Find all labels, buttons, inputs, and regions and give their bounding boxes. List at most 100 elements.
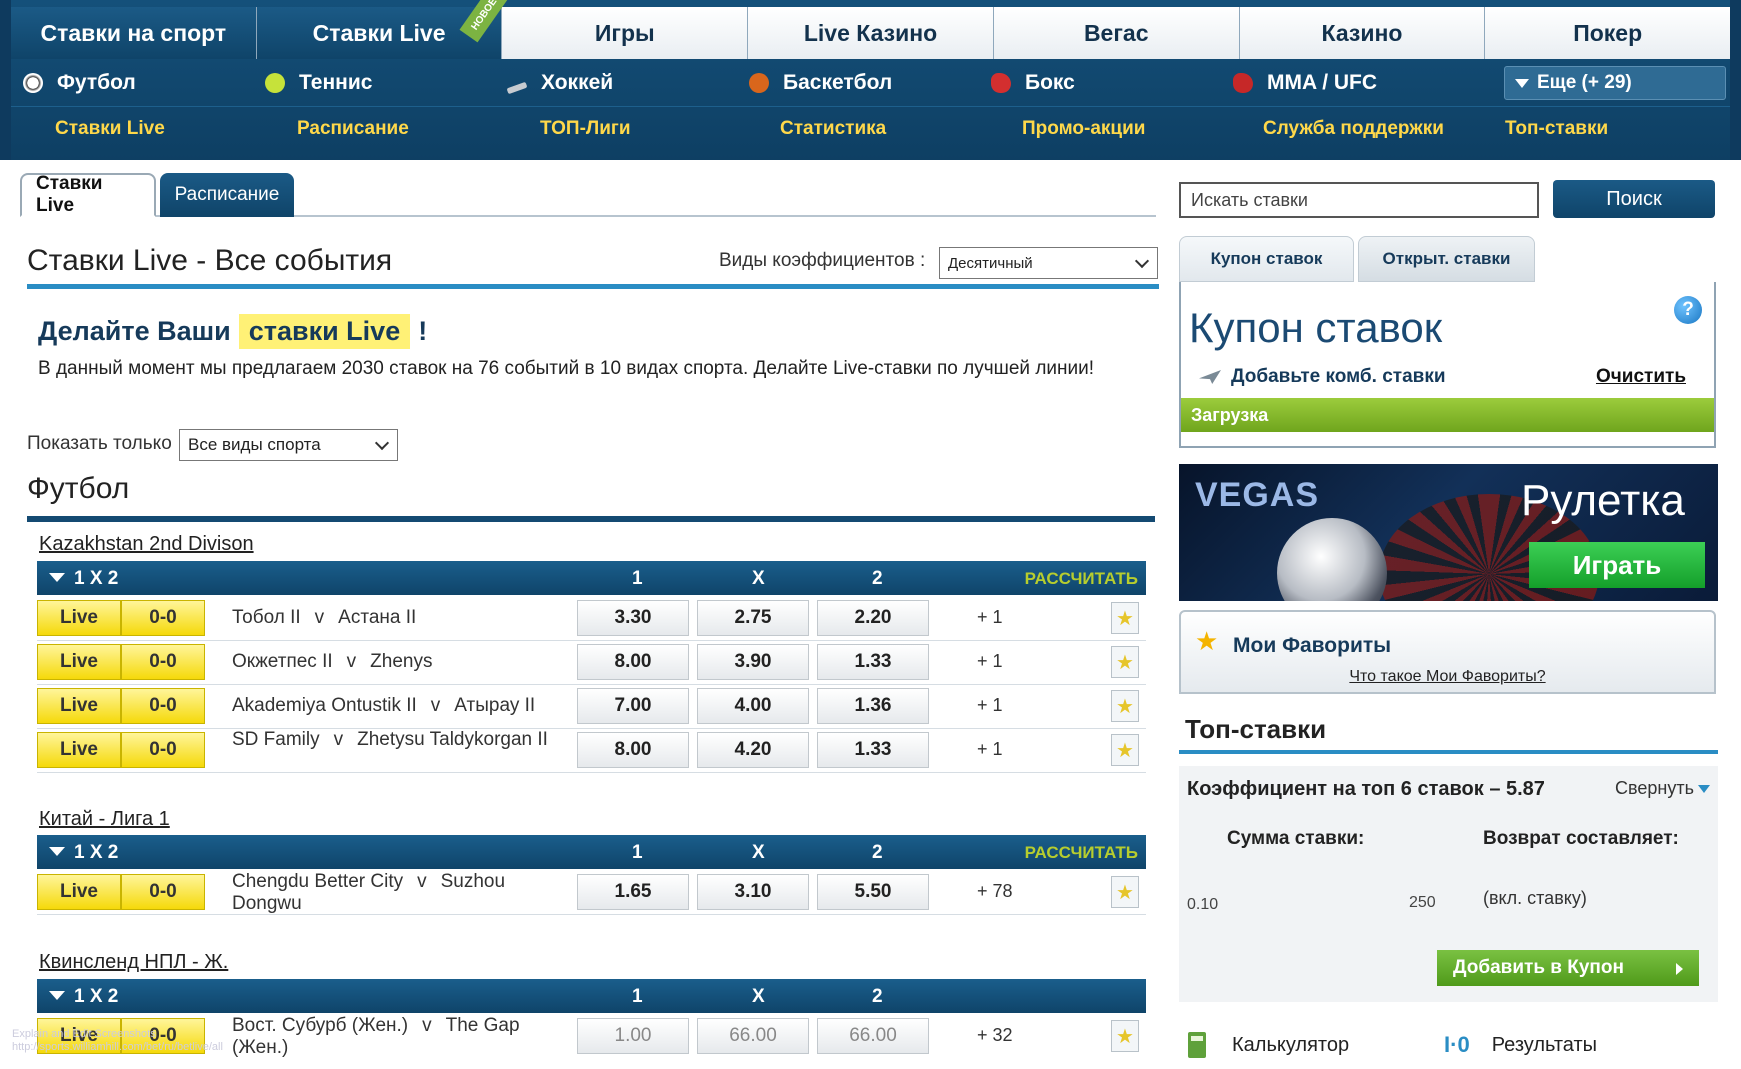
match-teams[interactable]: Окжетпес II v Zhenys	[232, 651, 562, 673]
tab-poker[interactable]: Покер	[1485, 7, 1731, 59]
subtab-schedule[interactable]: Расписание	[160, 173, 294, 217]
link-statistics[interactable]: Статистика	[780, 118, 886, 140]
sport-mma[interactable]: MMA / UFC	[1221, 71, 1463, 95]
search-button[interactable]: Поиск	[1553, 180, 1715, 218]
market-name: 1 X 2	[74, 568, 119, 589]
link-support[interactable]: Служба поддержки	[1263, 118, 1444, 140]
market-name: 1 X 2	[74, 986, 119, 1007]
more-markets-link[interactable]: + 1	[977, 739, 1003, 760]
match-teams[interactable]: Вост. Субурб (Жен.) v The Gap (Жен.)	[232, 1015, 562, 1059]
collapse-toggle[interactable]: Свернуть	[1615, 778, 1710, 799]
sport-label: Баскетбол	[783, 71, 893, 94]
odds-away-button[interactable]: 1.33	[817, 644, 929, 680]
live-badge[interactable]: Live	[37, 600, 121, 636]
odds-away-button[interactable]: 1.33	[817, 732, 929, 768]
live-badge[interactable]: Live	[37, 874, 121, 910]
favorite-star-icon[interactable]: ★	[1111, 876, 1139, 908]
tab-games[interactable]: Игры	[502, 7, 749, 59]
odds-draw-button[interactable]: 4.00	[697, 688, 809, 724]
odds-draw-button[interactable]: 2.75	[697, 600, 809, 636]
calculate-link[interactable]: РАССЧИТАТЬ	[1025, 569, 1138, 589]
tab-live-casino[interactable]: Live Казино	[748, 7, 994, 59]
tab-sports-betting[interactable]: Ставки на спорт	[11, 7, 257, 59]
market-header[interactable]: 1 X 2 1 X 2	[37, 979, 1146, 1013]
top-bets-panel: Коэффициент на топ 6 ставок – 5.87 Сверн…	[1179, 766, 1718, 1002]
subtab-live-betting[interactable]: Ставки Live	[20, 173, 156, 217]
favorite-star-icon[interactable]: ★	[1111, 734, 1139, 766]
link-top-bets[interactable]: Топ-ставки	[1505, 118, 1608, 140]
calculator-link[interactable]: Калькулятор	[1188, 1032, 1349, 1058]
sports-row: Футбол Теннис Хоккей Баскетбол Бокс MMA …	[11, 60, 1730, 106]
match-row: Live 0-0 Окжетпес II v Zhenys 8.00 3.90 1.…	[37, 641, 1146, 685]
sport-filter-select[interactable]: Все виды спорта	[179, 429, 398, 461]
match-teams[interactable]: Chengdu Better City v Suzhou Dongwu	[232, 871, 562, 915]
live-badge[interactable]: Live	[37, 732, 121, 768]
odds-draw-button[interactable]: 3.10	[697, 874, 809, 910]
column-away: 2	[872, 568, 883, 589]
add-to-coupon-button[interactable]: Добавить в Купон	[1437, 950, 1699, 986]
tab-bet-slip[interactable]: Купон ставок	[1179, 236, 1354, 282]
link-schedule[interactable]: Расписание	[297, 118, 409, 140]
league-link[interactable]: Китай - Лига 1	[39, 808, 170, 831]
match-teams[interactable]: Akademiya Ontustik II v Атырау II	[232, 695, 562, 717]
link-promotions[interactable]: Промо-акции	[1022, 118, 1145, 140]
odds-home-button[interactable]: 8.00	[577, 732, 689, 768]
sport-basketball[interactable]: Баскетбол	[737, 71, 979, 95]
odds-format-value: Десятичный	[948, 254, 1033, 272]
odds-home-button[interactable]: 8.00	[577, 644, 689, 680]
odds-format-select[interactable]: Десятичный	[939, 247, 1158, 279]
roulette-banner[interactable]: VEGAS Рулетка Играть	[1179, 464, 1718, 601]
odds-draw-button[interactable]: 3.90	[697, 644, 809, 680]
market-header[interactable]: 1 X 2 1 X 2 РАССЧИТАТЬ	[37, 835, 1146, 869]
more-markets-link[interactable]: + 1	[977, 651, 1003, 672]
tab-open-bets[interactable]: Открыт. ставки	[1358, 236, 1535, 282]
match-teams[interactable]: Тобол II v Астана II	[232, 607, 562, 629]
link-top-leagues[interactable]: ТОП-Лиги	[540, 118, 631, 140]
match-teams[interactable]: SD Family v Zhetysu Taldykorgan II	[232, 729, 562, 751]
sport-label: Хоккей	[541, 71, 614, 94]
sport-boxing[interactable]: Бокс	[979, 71, 1221, 95]
sport-football[interactable]: Футбол	[11, 71, 253, 95]
odds-home-button[interactable]: 1.00	[577, 1018, 689, 1054]
favorite-star-icon[interactable]: ★	[1111, 646, 1139, 678]
more-markets-link[interactable]: + 1	[977, 607, 1003, 628]
odds-draw-button[interactable]: 66.00	[697, 1018, 809, 1054]
favorite-star-icon[interactable]: ★	[1111, 690, 1139, 722]
column-away: 2	[872, 986, 883, 1007]
odds-away-button[interactable]: 66.00	[817, 1018, 929, 1054]
more-markets-link[interactable]: + 1	[977, 695, 1003, 716]
tab-live-betting[interactable]: Ставки Live НОВОЕ	[256, 0, 509, 59]
odds-home-button[interactable]: 3.30	[577, 600, 689, 636]
odds-home-button[interactable]: 1.65	[577, 874, 689, 910]
search-input[interactable]: Искать ставки	[1179, 182, 1539, 218]
live-badge[interactable]: Live	[37, 688, 121, 724]
more-sports-dropdown[interactable]: Еще (+ 29)	[1504, 66, 1726, 100]
favorite-star-icon[interactable]: ★	[1111, 1020, 1139, 1052]
add-combo-bets[interactable]: Добавьте комб. ставки	[1199, 366, 1446, 388]
league-link[interactable]: Kazakhstan 2nd Divison	[39, 533, 254, 556]
tab-casino[interactable]: Казино	[1239, 7, 1486, 59]
more-markets-link[interactable]: + 78	[977, 881, 1013, 902]
market-header[interactable]: 1 X 2 1 X 2 РАССЧИТАТЬ	[37, 561, 1146, 595]
odds-away-button[interactable]: 2.20	[817, 600, 929, 636]
odds-away-button[interactable]: 5.50	[817, 874, 929, 910]
link-live-betting[interactable]: Ставки Live	[55, 118, 165, 140]
odds-away-button[interactable]: 1.36	[817, 688, 929, 724]
favorites-info-link[interactable]: Что такое Мои Фавориты?	[1181, 668, 1714, 686]
sport-hockey[interactable]: Хоккей	[495, 71, 737, 95]
results-link[interactable]: I·0 Результаты	[1444, 1032, 1597, 1058]
calculate-link[interactable]: РАССЧИТАТЬ	[1025, 843, 1138, 863]
odds-draw-button[interactable]: 4.20	[697, 732, 809, 768]
sport-tennis[interactable]: Теннис	[253, 71, 495, 95]
live-badge[interactable]: Live	[37, 644, 121, 680]
odds-home-button[interactable]: 7.00	[577, 688, 689, 724]
tab-vegas[interactable]: Вегас	[993, 7, 1240, 59]
banner-play-button[interactable]: Играть	[1529, 542, 1705, 588]
favorite-star-icon[interactable]: ★	[1111, 602, 1139, 634]
help-icon[interactable]: ?	[1674, 296, 1702, 324]
league-link[interactable]: Квинсленд НПЛ - Ж.	[39, 951, 228, 974]
sport-label: Теннис	[299, 71, 373, 94]
clear-link[interactable]: Очистить	[1596, 366, 1686, 388]
more-markets-link[interactable]: + 32	[977, 1025, 1013, 1046]
tab-label: Ставки Live	[312, 19, 446, 46]
